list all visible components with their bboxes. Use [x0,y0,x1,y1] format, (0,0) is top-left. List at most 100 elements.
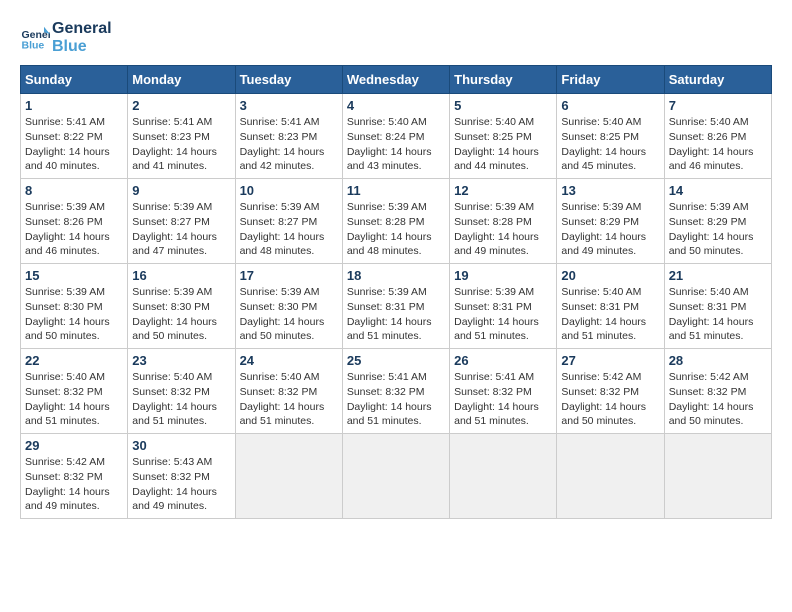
sunset: Sunset: 8:26 PM [669,131,747,143]
weekday-header-friday: Friday [557,66,664,94]
sunset: Sunset: 8:28 PM [454,216,532,228]
weekday-header-sunday: Sunday [21,66,128,94]
daylight: Daylight: 14 hours and 42 minutes. [240,146,325,173]
daylight: Daylight: 14 hours and 46 minutes. [669,146,754,173]
day-number: 28 [669,353,767,368]
day-info: Sunrise: 5:39 AM Sunset: 8:30 PM Dayligh… [240,285,338,344]
day-info: Sunrise: 5:43 AM Sunset: 8:32 PM Dayligh… [132,455,230,514]
logo: General Blue General Blue [20,20,112,55]
day-info: Sunrise: 5:42 AM Sunset: 8:32 PM Dayligh… [669,370,767,429]
day-info: Sunrise: 5:41 AM Sunset: 8:32 PM Dayligh… [454,370,552,429]
calendar-cell: 6 Sunrise: 5:40 AM Sunset: 8:25 PM Dayli… [557,94,664,179]
sunrise: Sunrise: 5:39 AM [240,286,320,298]
calendar-cell: 28 Sunrise: 5:42 AM Sunset: 8:32 PM Dayl… [664,349,771,434]
sunset: Sunset: 8:26 PM [25,216,103,228]
day-info: Sunrise: 5:39 AM Sunset: 8:28 PM Dayligh… [454,200,552,259]
calendar-cell: 14 Sunrise: 5:39 AM Sunset: 8:29 PM Dayl… [664,179,771,264]
day-number: 1 [25,98,123,113]
calendar-cell [557,434,664,519]
sunset: Sunset: 8:25 PM [454,131,532,143]
day-number: 8 [25,183,123,198]
sunrise: Sunrise: 5:40 AM [561,286,641,298]
calendar-cell: 24 Sunrise: 5:40 AM Sunset: 8:32 PM Dayl… [235,349,342,434]
sunrise: Sunrise: 5:39 AM [25,201,105,213]
day-info: Sunrise: 5:39 AM Sunset: 8:30 PM Dayligh… [132,285,230,344]
day-number: 13 [561,183,659,198]
daylight: Daylight: 14 hours and 51 minutes. [132,401,217,428]
calendar-cell: 12 Sunrise: 5:39 AM Sunset: 8:28 PM Dayl… [450,179,557,264]
calendar-cell: 1 Sunrise: 5:41 AM Sunset: 8:22 PM Dayli… [21,94,128,179]
weekday-header-thursday: Thursday [450,66,557,94]
sunrise: Sunrise: 5:42 AM [561,371,641,383]
daylight: Daylight: 14 hours and 49 minutes. [25,486,110,513]
logo-icon: General Blue [20,23,50,53]
daylight: Daylight: 14 hours and 48 minutes. [240,231,325,258]
sunrise: Sunrise: 5:41 AM [454,371,534,383]
day-number: 27 [561,353,659,368]
sunrise: Sunrise: 5:40 AM [347,116,427,128]
sunrise: Sunrise: 5:40 AM [561,116,641,128]
day-info: Sunrise: 5:39 AM Sunset: 8:27 PM Dayligh… [240,200,338,259]
weekday-header-wednesday: Wednesday [342,66,449,94]
day-info: Sunrise: 5:39 AM Sunset: 8:28 PM Dayligh… [347,200,445,259]
day-number: 3 [240,98,338,113]
sunrise: Sunrise: 5:39 AM [25,286,105,298]
calendar-cell [664,434,771,519]
sunset: Sunset: 8:27 PM [240,216,318,228]
daylight: Daylight: 14 hours and 49 minutes. [132,486,217,513]
day-number: 14 [669,183,767,198]
calendar-cell: 16 Sunrise: 5:39 AM Sunset: 8:30 PM Dayl… [128,264,235,349]
sunset: Sunset: 8:31 PM [347,301,425,313]
daylight: Daylight: 14 hours and 51 minutes. [347,401,432,428]
sunset: Sunset: 8:32 PM [669,386,747,398]
sunset: Sunset: 8:23 PM [240,131,318,143]
sunrise: Sunrise: 5:39 AM [240,201,320,213]
sunrise: Sunrise: 5:41 AM [132,116,212,128]
day-number: 25 [347,353,445,368]
daylight: Daylight: 14 hours and 51 minutes. [240,401,325,428]
sunset: Sunset: 8:30 PM [240,301,318,313]
sunset: Sunset: 8:32 PM [25,386,103,398]
logo-line1: General [52,20,112,38]
day-info: Sunrise: 5:40 AM Sunset: 8:31 PM Dayligh… [669,285,767,344]
calendar-cell: 21 Sunrise: 5:40 AM Sunset: 8:31 PM Dayl… [664,264,771,349]
day-info: Sunrise: 5:39 AM Sunset: 8:27 PM Dayligh… [132,200,230,259]
calendar-cell [450,434,557,519]
calendar-cell [235,434,342,519]
daylight: Daylight: 14 hours and 50 minutes. [669,401,754,428]
day-info: Sunrise: 5:40 AM Sunset: 8:32 PM Dayligh… [240,370,338,429]
day-info: Sunrise: 5:39 AM Sunset: 8:30 PM Dayligh… [25,285,123,344]
day-number: 19 [454,268,552,283]
sunrise: Sunrise: 5:40 AM [454,116,534,128]
sunset: Sunset: 8:32 PM [132,471,210,483]
day-info: Sunrise: 5:40 AM Sunset: 8:32 PM Dayligh… [25,370,123,429]
calendar-cell: 5 Sunrise: 5:40 AM Sunset: 8:25 PM Dayli… [450,94,557,179]
daylight: Daylight: 14 hours and 43 minutes. [347,146,432,173]
day-number: 5 [454,98,552,113]
day-info: Sunrise: 5:40 AM Sunset: 8:32 PM Dayligh… [132,370,230,429]
sunset: Sunset: 8:32 PM [347,386,425,398]
sunrise: Sunrise: 5:40 AM [240,371,320,383]
day-info: Sunrise: 5:42 AM Sunset: 8:32 PM Dayligh… [561,370,659,429]
sunrise: Sunrise: 5:40 AM [25,371,105,383]
calendar-cell: 10 Sunrise: 5:39 AM Sunset: 8:27 PM Dayl… [235,179,342,264]
sunrise: Sunrise: 5:39 AM [347,286,427,298]
sunset: Sunset: 8:29 PM [561,216,639,228]
sunrise: Sunrise: 5:43 AM [132,456,212,468]
svg-text:Blue: Blue [22,39,45,51]
day-info: Sunrise: 5:40 AM Sunset: 8:26 PM Dayligh… [669,115,767,174]
sunset: Sunset: 8:32 PM [561,386,639,398]
calendar-cell: 26 Sunrise: 5:41 AM Sunset: 8:32 PM Dayl… [450,349,557,434]
day-number: 16 [132,268,230,283]
daylight: Daylight: 14 hours and 50 minutes. [669,231,754,258]
sunset: Sunset: 8:32 PM [454,386,532,398]
day-info: Sunrise: 5:40 AM Sunset: 8:24 PM Dayligh… [347,115,445,174]
day-number: 4 [347,98,445,113]
day-info: Sunrise: 5:41 AM Sunset: 8:22 PM Dayligh… [25,115,123,174]
day-info: Sunrise: 5:41 AM Sunset: 8:23 PM Dayligh… [240,115,338,174]
daylight: Daylight: 14 hours and 41 minutes. [132,146,217,173]
sunset: Sunset: 8:22 PM [25,131,103,143]
sunrise: Sunrise: 5:40 AM [669,286,749,298]
daylight: Daylight: 14 hours and 46 minutes. [25,231,110,258]
calendar-cell: 13 Sunrise: 5:39 AM Sunset: 8:29 PM Dayl… [557,179,664,264]
